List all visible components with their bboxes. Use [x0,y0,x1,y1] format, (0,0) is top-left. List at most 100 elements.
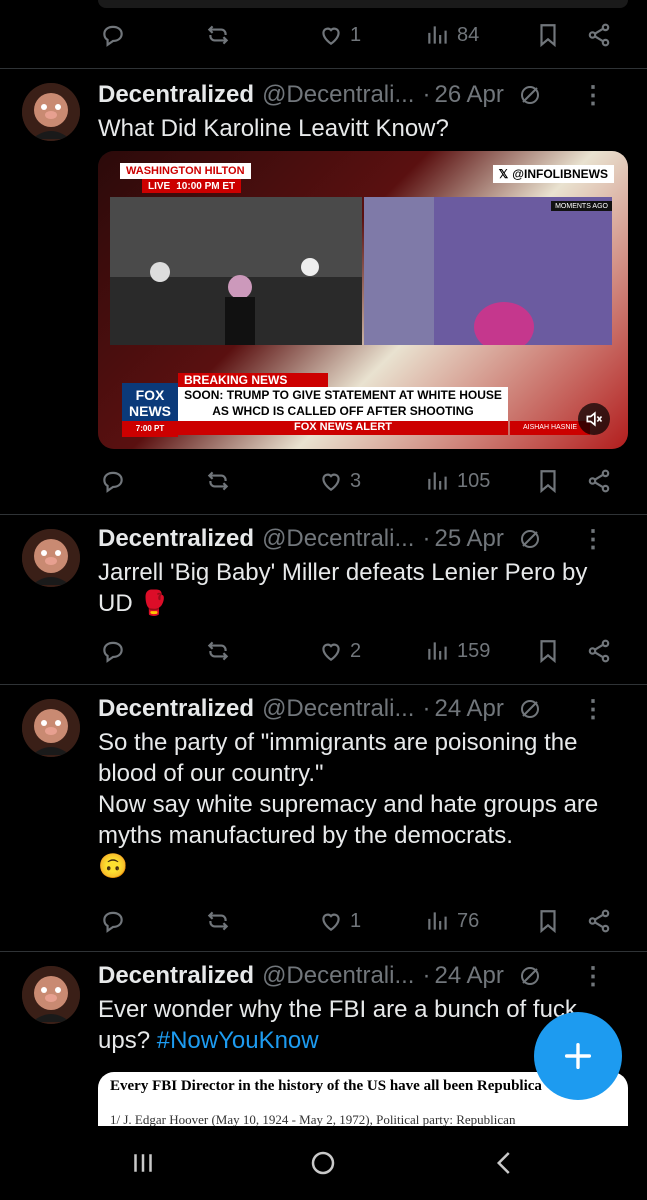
views-icon [428,472,447,490]
like-button[interactable]: 1 [318,901,361,941]
reply-icon [103,471,123,493]
handle[interactable]: @Decentrali... [262,695,414,723]
nav-home-icon [311,1151,335,1175]
views-count: 105 [457,469,491,492]
action-bar: 1 76 [0,901,647,941]
avatar[interactable] [22,529,80,587]
action-bar: 1 84 [0,15,647,55]
like-button[interactable]: 2 [318,631,361,671]
repost-button[interactable] [205,15,231,55]
document-line: 1/ J. Edgar Hoover (May 10, 1924 - May 2… [110,1112,516,1126]
alert-bar: FOX NEWS ALERT [178,421,508,435]
more-icon[interactable]: ⋮ [581,81,605,110]
mute-button[interactable] [578,403,610,435]
repost-icon [207,25,229,45]
like-icon [322,27,340,45]
reply-icon [103,641,123,663]
reply-button[interactable] [100,15,126,55]
repost-button[interactable] [205,901,231,941]
tweet-header: Decentralized @Decentrali... · 24 Apr ⋮ [98,962,605,991]
home-button[interactable] [298,1146,348,1180]
reply-button[interactable] [100,901,126,941]
share-button[interactable] [586,901,612,941]
watermark: 𝕏 @INFOLIBNEWS [492,165,614,183]
share-button[interactable] [586,461,612,501]
like-icon [322,473,340,491]
video-media[interactable]: WASHINGTON HILTON LIVE 10:00 PM ET 𝕏 @IN… [98,151,628,449]
like-count: 3 [350,469,362,492]
display-name[interactable]: Decentralized [98,695,254,723]
like-count: 2 [350,639,362,662]
more-icon[interactable]: ⋮ [581,962,605,991]
like-icon [322,913,340,931]
fox-news-logo: FOX NEWS 7:00 PT [122,383,178,437]
like-button[interactable]: 1 [318,15,361,55]
bookmark-icon [540,910,556,934]
action-bar: 2 159 [0,631,647,671]
more-icon[interactable]: ⋮ [581,695,605,724]
repost-button[interactable] [205,631,231,671]
display-name[interactable]: Decentralized [98,525,254,553]
hidden-reply-icon [520,86,539,104]
side-footage [364,197,612,352]
recents-button[interactable] [118,1146,168,1180]
timestamp[interactable]: 24 Apr [434,695,503,723]
handle[interactable]: @Decentrali... [262,962,414,990]
bookmark-button[interactable] [535,901,561,941]
back-button[interactable] [480,1146,530,1180]
display-name[interactable]: Decentralized [98,962,254,990]
share-icon [588,23,610,47]
bookmark-button[interactable] [535,15,561,55]
tweet[interactable]: Decentralized @Decentrali... · 26 Apr ⋮ … [0,69,647,515]
more-icon[interactable]: ⋮ [581,525,605,554]
timestamp[interactable]: 26 Apr [434,81,503,109]
views-count: 76 [457,909,480,932]
reply-button[interactable] [100,631,126,671]
bookmark-button[interactable] [535,631,561,671]
previous-tweet-media-edge [98,0,628,8]
x-logo-icon: 𝕏 [498,167,509,181]
handle[interactable]: @Decentrali... [262,81,414,109]
avatar[interactable] [22,966,80,1024]
repost-button[interactable] [205,461,231,501]
document-title: Every FBI Director in the history of the… [110,1078,542,1094]
tweet[interactable]: Decentralized @Decentrali... · 24 Apr ⋮ … [0,685,647,952]
views-count: 159 [457,639,491,662]
like-icon [322,643,340,661]
live-badge: LIVE 10:00 PM ET [142,179,242,193]
views-button[interactable]: 159 [425,631,490,671]
hidden-reply-icon [520,967,539,985]
views-button[interactable]: 105 [425,461,490,501]
compose-plus-icon [564,1042,592,1070]
hidden-reply-icon [520,700,539,718]
like-button[interactable]: 3 [318,461,361,501]
headline: SOON: TRUMP TO GIVE STATEMENT AT WHITE H… [178,387,508,421]
tweet[interactable]: Decentralized @Decentrali... · 25 Apr ⋮ … [0,515,647,685]
action-bar: 3 105 [0,461,647,501]
ballroom-footage [110,197,362,345]
bookmark-icon [540,24,556,48]
display-name[interactable]: Decentralized [98,81,254,109]
avatar[interactable] [22,83,80,141]
like-count: 1 [350,909,362,932]
views-button[interactable]: 76 [425,901,479,941]
handle[interactable]: @Decentrali... [262,525,414,553]
reply-icon [103,25,123,47]
tweet-header: Decentralized @Decentrali... · 25 Apr ⋮ [98,525,605,554]
views-button[interactable]: 84 [425,15,479,55]
avatar[interactable] [22,699,80,757]
share-button[interactable] [586,631,612,671]
timestamp[interactable]: 25 Apr [434,525,503,553]
timestamp[interactable]: 24 Apr [434,962,503,990]
compose-button[interactable] [534,1012,622,1100]
hidden-reply-icon [520,530,539,548]
tweet-header: Decentralized @Decentrali... · 26 Apr ⋮ [98,81,605,110]
repost-icon [207,471,229,491]
hashtag-link[interactable]: #NowYouKnow [157,1027,319,1054]
reply-icon [103,911,123,933]
reply-button[interactable] [100,461,126,501]
share-button[interactable] [586,15,612,55]
tweet-header: Decentralized @Decentrali... · 24 Apr ⋮ [98,695,605,724]
bookmark-button[interactable] [535,461,561,501]
tweet-text: So the party of "immigrants are poisonin… [98,729,599,880]
